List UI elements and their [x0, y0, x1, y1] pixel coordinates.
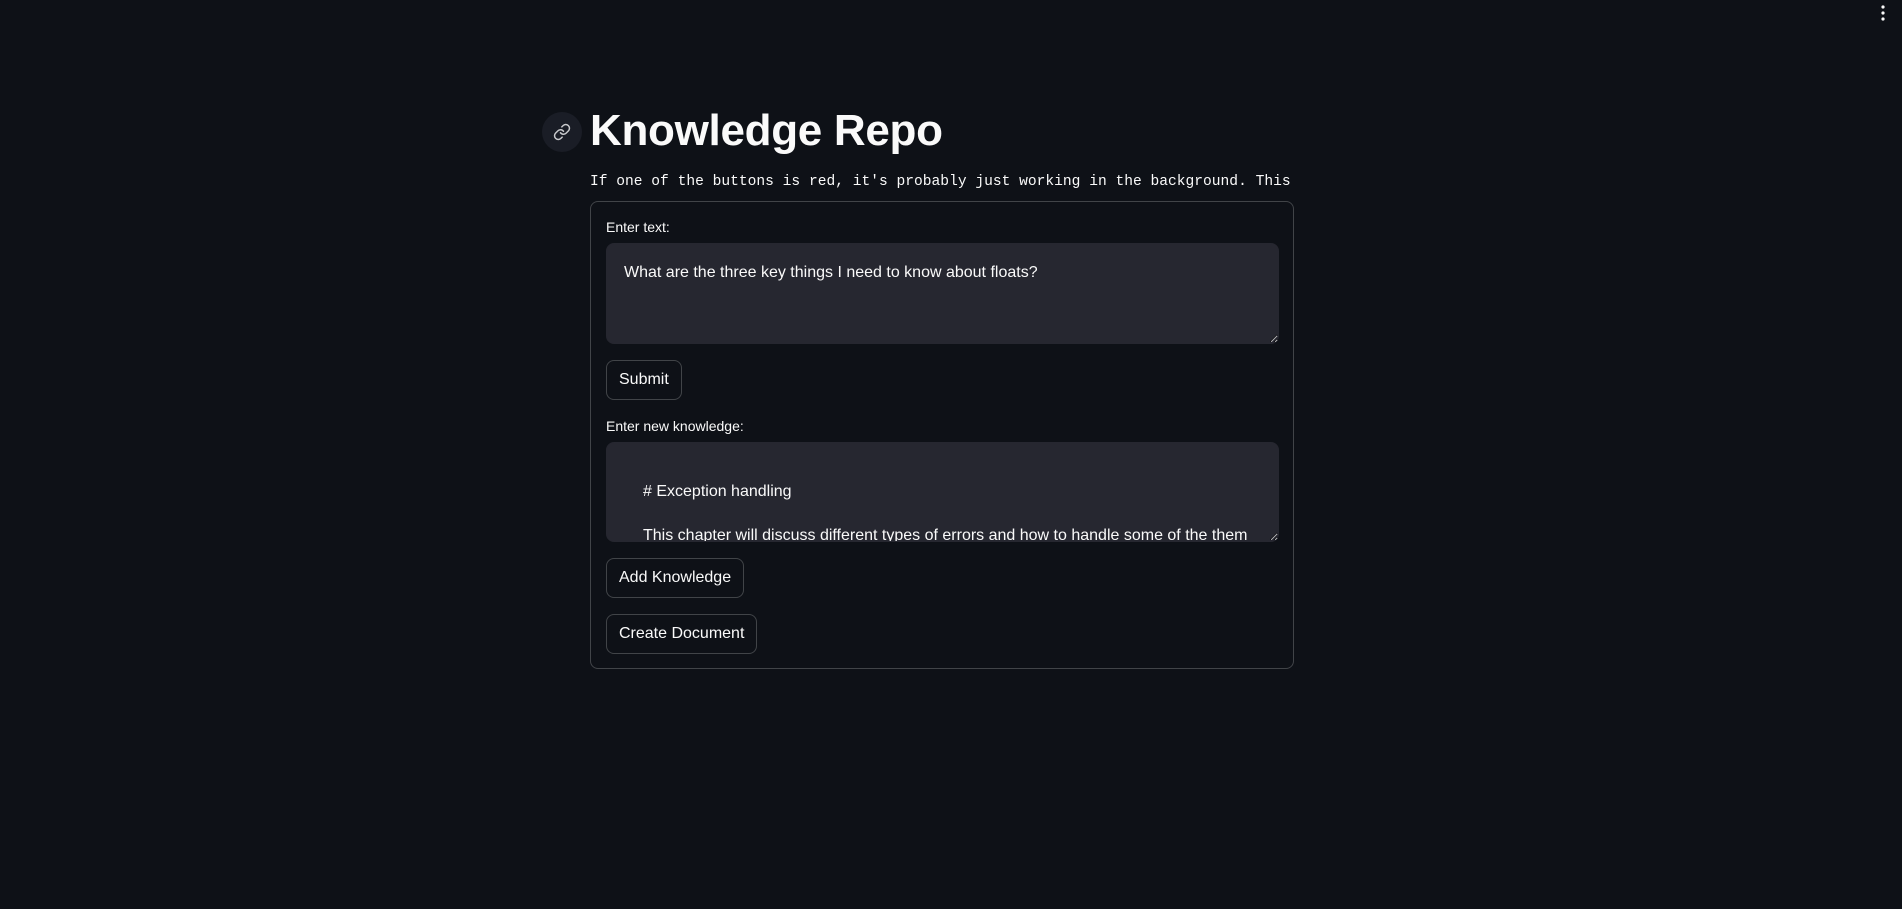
page-title: Knowledge Repo	[590, 106, 943, 155]
link-icon	[553, 123, 571, 141]
main-menu-button[interactable]	[1872, 0, 1894, 26]
title-anchor-link[interactable]	[542, 112, 582, 152]
main-content: Knowledge Repo If one of the buttons is …	[542, 100, 1294, 669]
knowledge-textarea[interactable]: # Exception handling This chapter will d…	[606, 442, 1279, 542]
submit-button[interactable]: Submit	[606, 360, 682, 400]
knowledge-form: Enter text: What are the three key thing…	[590, 201, 1294, 669]
status-notice: If one of the buttons is red, it's proba…	[590, 174, 1294, 190]
vertical-ellipsis-icon	[1881, 5, 1885, 21]
knowledge-label: Enter new knowledge:	[606, 418, 744, 434]
title-row: Knowledge Repo	[542, 100, 1294, 162]
add-knowledge-button[interactable]: Add Knowledge	[606, 558, 745, 598]
app-root: Knowledge Repo If one of the buttons is …	[0, 0, 1902, 909]
query-textarea[interactable]: What are the three key things I need to …	[606, 243, 1279, 344]
query-label: Enter text:	[606, 219, 670, 235]
create-document-button[interactable]: Create Document	[606, 614, 758, 654]
